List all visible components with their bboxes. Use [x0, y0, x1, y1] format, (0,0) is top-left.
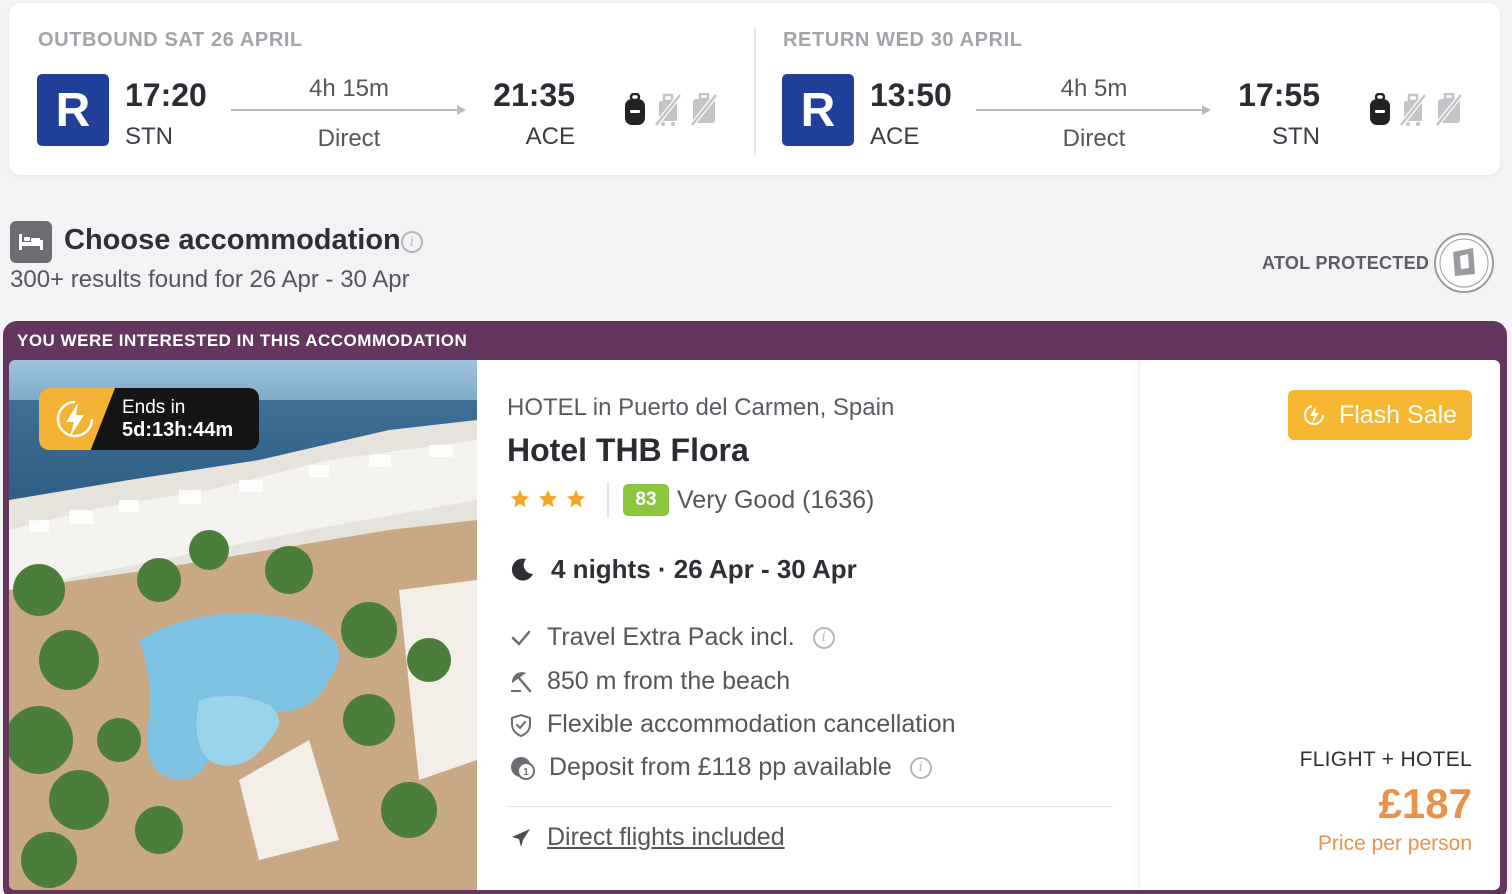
- hotel-name[interactable]: Hotel THB Flora: [507, 432, 749, 469]
- beach-umbrella-icon: [511, 671, 532, 692]
- rating-divider: [607, 482, 609, 518]
- outbound-arrival-airport: ACE: [525, 123, 575, 150]
- stay-duration: 4 nights · 26 Apr - 30 Apr: [509, 554, 857, 585]
- outbound-leg: OUTBOUND SAT 26 APRIL R 17:20 STN 4h 15m…: [9, 3, 755, 175]
- flash-sale-label: Flash Sale: [1338, 400, 1458, 429]
- star-icon: [566, 489, 586, 508]
- shield-check-icon: [511, 713, 531, 737]
- countdown-time: 5d:13h:44m: [122, 419, 234, 441]
- feature-beach-distance: 850 m from the beach: [509, 667, 790, 696]
- checked-bag-not-included-icon: [690, 93, 718, 127]
- direct-flights-row: Direct flights included: [509, 823, 785, 852]
- cabin-bag-not-included-icon: [1399, 93, 1427, 127]
- section-title: Choose accommodation: [64, 224, 401, 256]
- return-title: RETURN WED 30 APRIL: [783, 29, 1023, 51]
- flight-path-line: [976, 109, 1204, 111]
- checked-bag-not-included-icon: [1435, 93, 1463, 127]
- airplane-icon: [512, 828, 530, 847]
- review-score-text[interactable]: Very Good (1636): [677, 486, 874, 515]
- outbound-arrival-time: 21:35: [493, 77, 575, 113]
- review-score-badge: 83: [623, 484, 669, 516]
- feature-travel-extra: Travel Extra Pack incl. i: [509, 623, 835, 652]
- flash-sale-badge[interactable]: Flash Sale: [1288, 390, 1472, 440]
- price-amount: £187: [1378, 780, 1472, 827]
- featured-label: YOU WERE INTERESTED IN THIS ACCOMMODATIO…: [17, 331, 468, 350]
- star-rating: [509, 488, 587, 510]
- feature-flexible-cancellation: Flexible accommodation cancellation: [509, 710, 956, 739]
- feature-deposit: 1 Deposit from £118 pp available i: [509, 753, 932, 782]
- star-icon: [510, 489, 530, 508]
- flight-path-line: [231, 109, 459, 111]
- backpack-included-icon: [625, 93, 645, 125]
- package-type: FLIGHT + HOTEL: [1299, 748, 1472, 771]
- info-icon[interactable]: i: [909, 756, 932, 779]
- atol-protected-label: ATOL PROTECTED: [1262, 253, 1430, 273]
- cabin-bag-not-included-icon: [654, 93, 682, 127]
- atol-logo-icon: [1434, 233, 1494, 293]
- moon-icon: [511, 558, 533, 581]
- backpack-included-icon: [1370, 93, 1390, 125]
- info-icon[interactable]: i: [812, 626, 835, 649]
- return-departure-time: 13:50: [870, 77, 952, 113]
- outbound-departure-time: 17:20: [125, 77, 207, 113]
- feature-text: Travel Extra Pack incl.: [547, 623, 795, 651]
- price-per-person-label: Price per person: [1317, 832, 1472, 855]
- results-count: 300+ results found for 26 Apr - 30 Apr: [10, 266, 410, 293]
- hotel-details: HOTEL in Puerto del Carmen, Spain Hotel …: [477, 360, 1139, 890]
- direct-flights-link[interactable]: Direct flights included: [547, 823, 785, 852]
- bed-icon: [10, 221, 52, 263]
- hotel-photo[interactable]: Ends in 5d:13h:44m: [9, 360, 477, 890]
- divider: [507, 806, 1113, 807]
- featured-accommodation-card[interactable]: YOU WERE INTERESTED IN THIS ACCOMMODATIO…: [3, 321, 1507, 894]
- airline-logo: R: [782, 74, 854, 146]
- outbound-departure-airport: STN: [125, 123, 173, 150]
- outbound-title: OUTBOUND SAT 26 APRIL: [38, 29, 303, 51]
- star-icon: [538, 489, 558, 508]
- airline-logo: R: [37, 74, 109, 146]
- flash-sale-countdown-badge: Ends in 5d:13h:44m: [39, 388, 259, 450]
- return-arrival-airport: STN: [1272, 123, 1320, 150]
- feature-text: 850 m from the beach: [547, 667, 791, 695]
- return-arrival-time: 17:55: [1238, 77, 1320, 113]
- return-departure-airport: ACE: [870, 123, 920, 150]
- flash-bolt-icon: [1303, 405, 1324, 425]
- return-baggage-icons: [1368, 93, 1464, 127]
- feature-text: Flexible accommodation cancellation: [547, 710, 956, 738]
- flash-bolt-icon: [56, 400, 94, 438]
- check-icon: [511, 630, 531, 645]
- info-icon[interactable]: i: [401, 231, 423, 253]
- price-panel: Flash Sale FLIGHT + HOTEL £187 Price per…: [1139, 360, 1500, 890]
- nights-text: 4 nights · 26 Apr - 30 Apr: [551, 554, 857, 584]
- svg-text:1: 1: [523, 767, 529, 778]
- ends-in-label: Ends in: [122, 397, 186, 418]
- return-leg: RETURN WED 30 APRIL R 13:50 ACE 4h 5m Di…: [754, 3, 1500, 175]
- hotel-location: HOTEL in Puerto del Carmen, Spain: [507, 394, 895, 421]
- deposit-icon: 1: [511, 756, 535, 780]
- flight-summary-card: OUTBOUND SAT 26 APRIL R 17:20 STN 4h 15m…: [9, 3, 1500, 175]
- feature-text: Deposit from £118 pp available: [549, 753, 892, 781]
- outbound-baggage-icons: [623, 93, 719, 127]
